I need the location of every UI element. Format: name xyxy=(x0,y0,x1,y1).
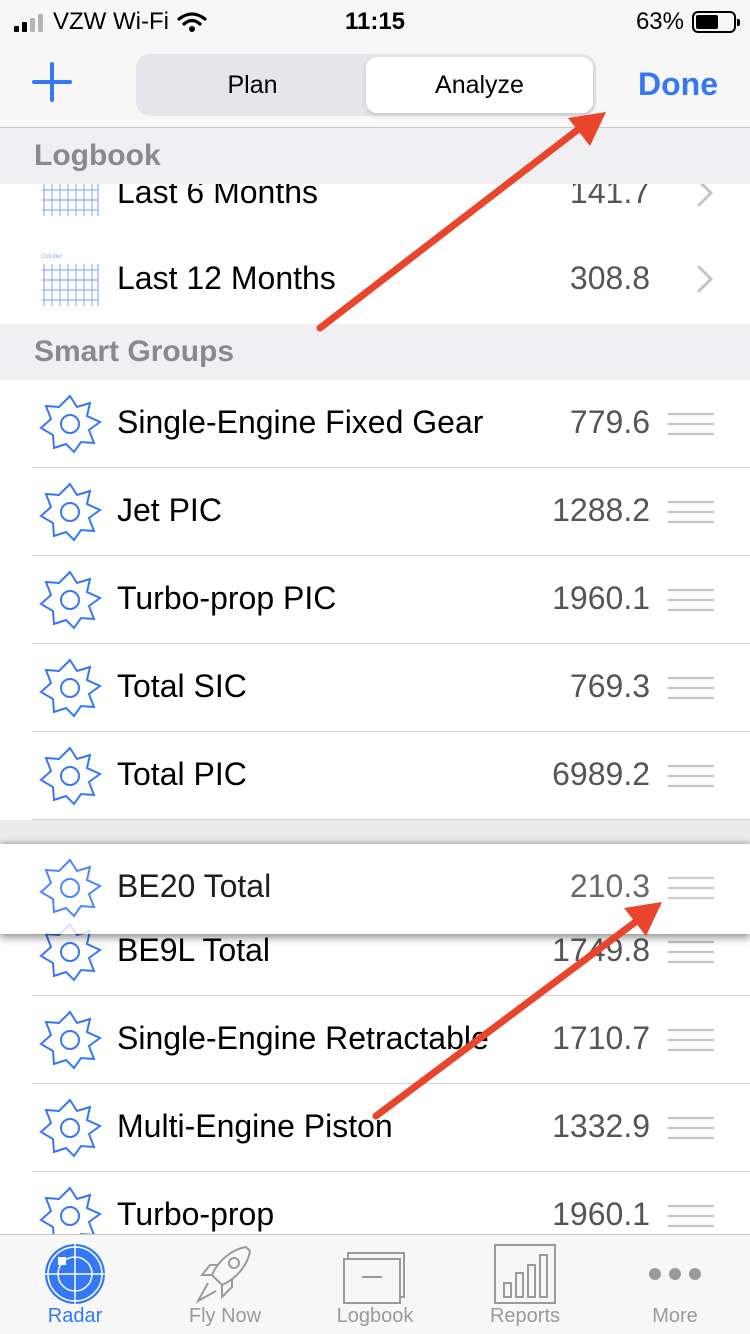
segment-plan[interactable]: Plan xyxy=(139,57,366,113)
battery-percent: 63% xyxy=(635,8,684,35)
svg-text:October: October xyxy=(41,254,62,260)
tab-logbook[interactable]: Logbook xyxy=(300,1235,450,1334)
logbook-icon xyxy=(343,1252,405,1304)
calendar-icon: October xyxy=(41,254,99,306)
tab-fly-now[interactable]: Fly Now xyxy=(150,1235,300,1334)
smart-group-icon xyxy=(39,658,102,718)
row-label: Single-Engine Fixed Gear xyxy=(117,404,484,440)
smart-group-icon xyxy=(39,1186,102,1234)
row-value: 769.3 xyxy=(569,668,650,704)
row-label: Turbo-prop PIC xyxy=(117,580,337,616)
reports-icon xyxy=(494,1244,556,1304)
chevron-right-icon xyxy=(697,265,713,293)
list-item[interactable]: Turbo-prop 1960.1 xyxy=(0,1172,750,1234)
radar-icon xyxy=(45,1244,105,1304)
row-label: Total PIC xyxy=(117,756,247,792)
row-label: Jet PIC xyxy=(117,492,222,528)
reorder-handle-icon[interactable] xyxy=(668,764,714,788)
row-value: 6989.2 xyxy=(552,756,650,792)
row-label: BE20 Total xyxy=(117,868,272,904)
row-value: 210.3 xyxy=(569,868,650,904)
smart-group-icon xyxy=(39,482,102,542)
reorder-handle-icon[interactable] xyxy=(668,1028,714,1052)
tab-radar[interactable]: Radar xyxy=(0,1235,150,1334)
tab-label: Reports xyxy=(489,1305,561,1327)
smart-group-icon xyxy=(39,1010,102,1070)
reorder-handle-icon[interactable] xyxy=(668,588,714,612)
tab-bar: Radar Fly Now Logbook Reports More xyxy=(0,1234,750,1334)
list-item[interactable]: Total PIC 6989.2 xyxy=(0,732,750,820)
more-icon xyxy=(649,1268,701,1280)
reorder-handle-icon[interactable] xyxy=(668,500,714,524)
done-button[interactable]: Done xyxy=(638,66,718,103)
list-item[interactable]: Jet PIC 1288.2 xyxy=(0,468,750,556)
status-bar: VZW Wi-Fi 11:15 63% xyxy=(0,0,750,42)
smart-groups-section-header: Smart Groups xyxy=(0,324,750,380)
smart-group-icon xyxy=(39,746,102,806)
rocket-icon xyxy=(195,1245,252,1304)
row-value: 779.6 xyxy=(569,404,650,440)
row-label: Multi-Engine Piston xyxy=(117,1108,393,1144)
logbook-section-header: Logbook xyxy=(0,128,750,184)
row-value: 1332.9 xyxy=(552,1108,650,1144)
smart-group-icon xyxy=(39,570,102,630)
row-label: BE9L Total xyxy=(117,932,270,968)
add-icon[interactable] xyxy=(30,60,74,104)
smart-group-icon xyxy=(39,1098,102,1158)
list-item[interactable]: October Last 12 Months 308.8 xyxy=(0,236,750,324)
tab-reports[interactable]: Reports xyxy=(450,1235,600,1334)
smart-group-icon xyxy=(39,394,102,454)
list-item[interactable]: Turbo-prop PIC 1960.1 xyxy=(0,556,750,644)
row-value: 1960.1 xyxy=(552,1196,650,1232)
tab-label: Radar xyxy=(47,1305,103,1327)
reorder-handle-icon[interactable] xyxy=(668,1204,714,1228)
tab-more[interactable]: More xyxy=(600,1235,750,1334)
row-value: 308.8 xyxy=(569,260,650,296)
groups-list[interactable]: Last 6 Months 141.7 Logbook October Last… xyxy=(0,128,750,1234)
segment-analyze[interactable]: Analyze xyxy=(366,57,593,113)
row-label: Last 12 Months xyxy=(117,260,336,296)
tab-label: More xyxy=(652,1305,698,1327)
list-item[interactable]: Multi-Engine Piston 1332.9 xyxy=(0,1084,750,1172)
reorder-handle-icon[interactable] xyxy=(668,876,714,900)
smart-group-icon xyxy=(39,858,102,918)
list-item[interactable]: Single-Engine Retractable 1710.7 xyxy=(0,996,750,1084)
drop-gap xyxy=(0,820,750,844)
row-value: 1960.1 xyxy=(552,580,650,616)
row-label: Total SIC xyxy=(117,668,247,704)
tab-label: Fly Now xyxy=(188,1305,262,1327)
reorder-handle-icon[interactable] xyxy=(668,1116,714,1140)
battery-status: 63% xyxy=(635,8,740,36)
row-value: 1749.8 xyxy=(552,932,650,968)
row-value: 1288.2 xyxy=(552,492,650,528)
reorder-handle-icon[interactable] xyxy=(668,940,714,964)
battery-icon xyxy=(692,11,740,33)
navigation-bar: Plan Analyze Done xyxy=(0,42,750,128)
tab-label: Logbook xyxy=(336,1305,414,1327)
list-item[interactable]: Single-Engine Fixed Gear 779.6 xyxy=(0,380,750,468)
row-label: Turbo-prop xyxy=(117,1196,275,1232)
dragging-row[interactable]: BE20 Total 210.3 xyxy=(0,844,750,934)
row-label: Single-Engine Retractable xyxy=(117,1020,489,1056)
list-item[interactable]: Total SIC 769.3 xyxy=(0,644,750,732)
segmented-control: Plan Analyze xyxy=(136,54,596,116)
reorder-handle-icon[interactable] xyxy=(668,676,714,700)
reorder-handle-icon[interactable] xyxy=(668,412,714,436)
row-value: 1710.7 xyxy=(552,1020,650,1056)
